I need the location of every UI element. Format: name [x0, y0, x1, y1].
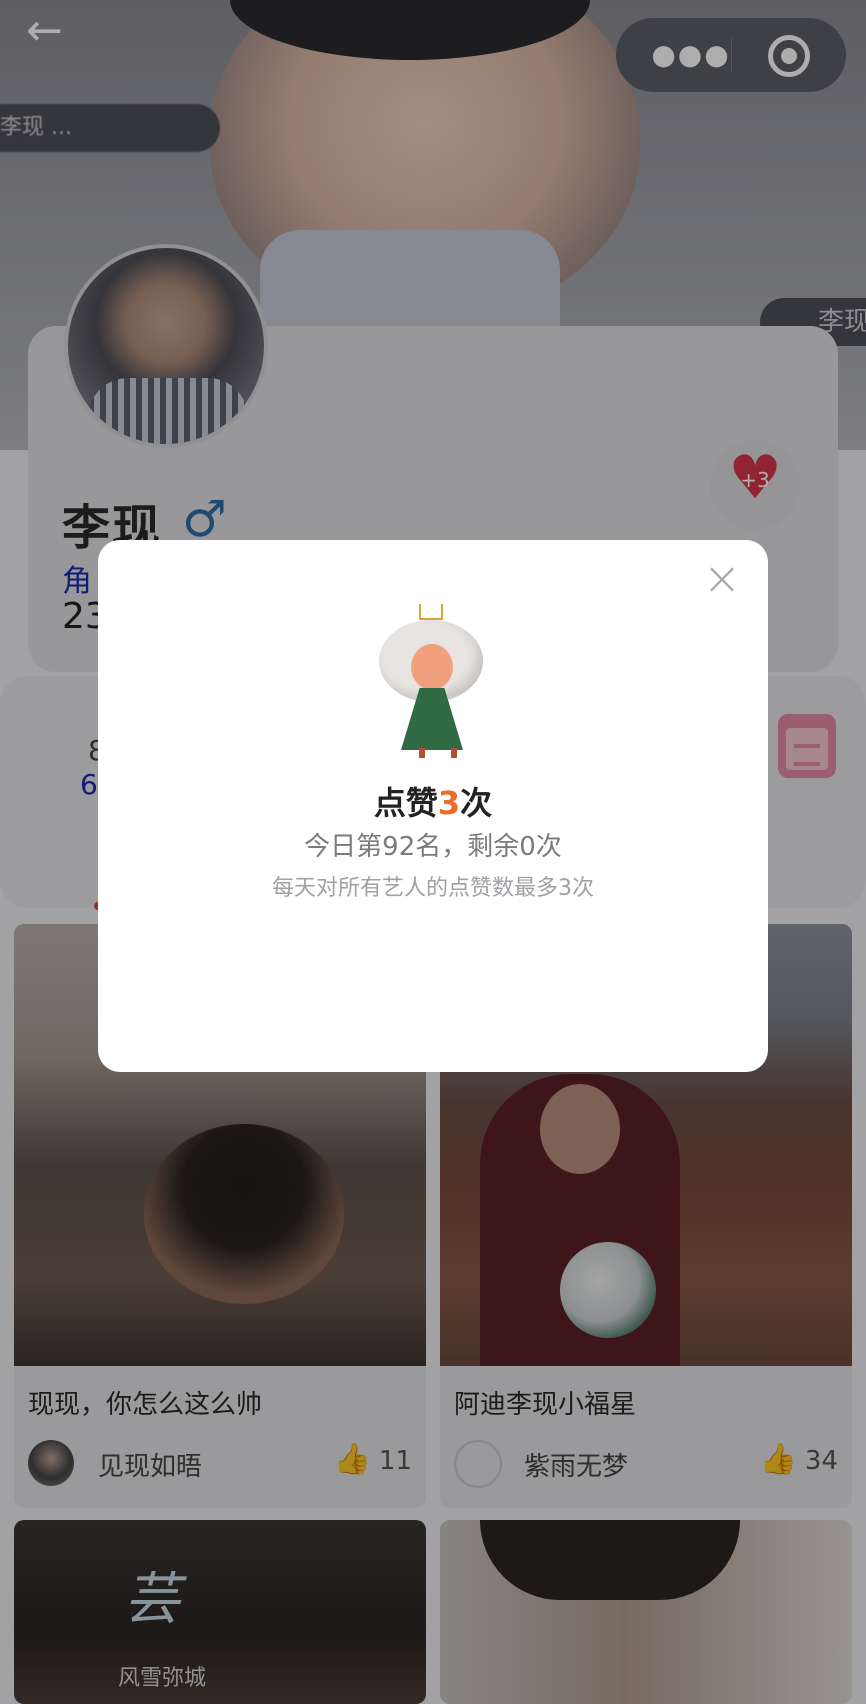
dialog-subtitle: 今日第92名，剩余0次	[304, 832, 562, 862]
like-result-dialog: × 点赞3次 今日第92名，剩余0次 每天对所有艺人的点赞数最多3次	[98, 540, 768, 1072]
dialog-note: 每天对所有艺人的点赞数最多3次	[272, 876, 594, 901]
dialog-title: 点赞3次	[98, 778, 768, 824]
mascot-illustration	[373, 602, 493, 762]
close-icon[interactable]: ×	[702, 555, 742, 601]
title-suffix: 次	[460, 784, 493, 822]
title-count: 3	[437, 784, 461, 822]
title-prefix: 点赞	[373, 784, 438, 822]
